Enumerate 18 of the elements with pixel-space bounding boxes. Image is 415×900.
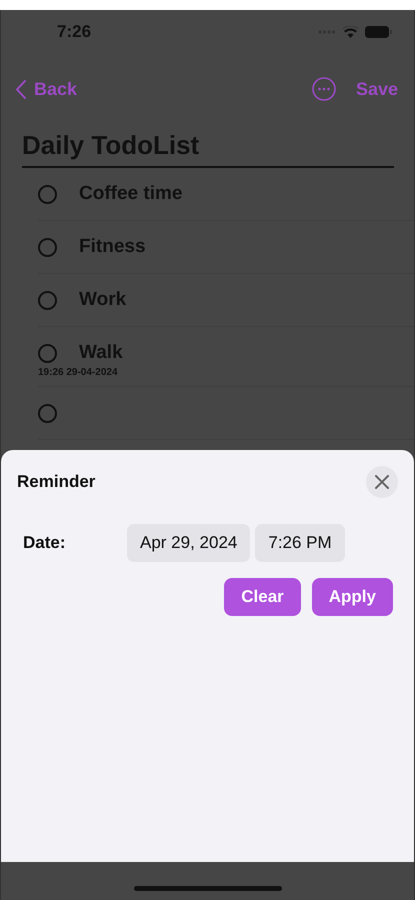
- more-icon: [312, 77, 336, 101]
- time-picker[interactable]: 7:26 PM: [255, 524, 345, 562]
- checkbox[interactable]: [38, 238, 57, 256]
- clear-button[interactable]: Clear: [224, 578, 301, 616]
- sheet-title: Reminder: [17, 472, 96, 492]
- close-button[interactable]: [366, 466, 398, 498]
- battery-icon: [365, 26, 392, 38]
- checkbox[interactable]: [38, 404, 57, 422]
- wifi-icon: [342, 26, 359, 38]
- checkbox[interactable]: [38, 344, 57, 362]
- close-icon: [375, 475, 389, 489]
- chevron-left-icon: [15, 80, 26, 98]
- date-label: Date:: [23, 533, 67, 553]
- apply-button[interactable]: Apply: [312, 578, 393, 616]
- date-picker[interactable]: Apr 29, 2024: [127, 524, 250, 562]
- more-button[interactable]: [312, 77, 336, 101]
- checkbox[interactable]: [38, 184, 57, 204]
- checkbox[interactable]: [38, 290, 57, 310]
